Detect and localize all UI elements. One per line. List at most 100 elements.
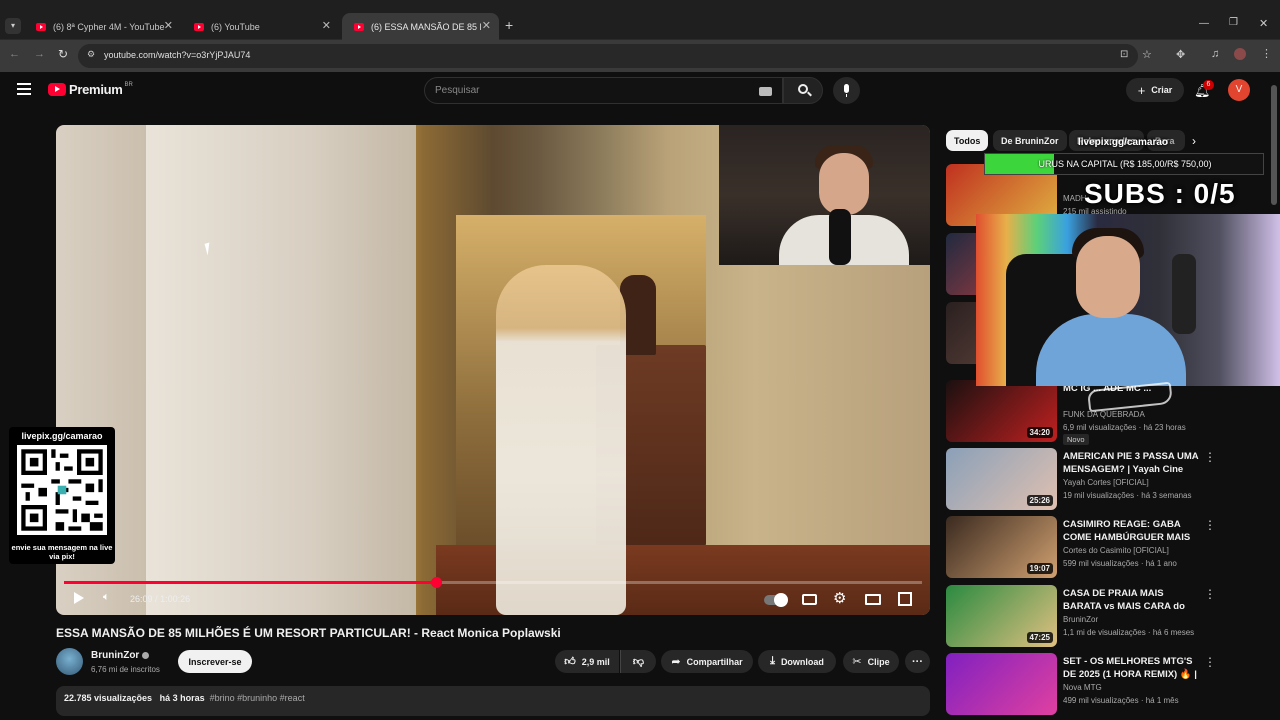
time-display: 26:09 / 1:00:26 bbox=[130, 594, 190, 604]
back-icon[interactable]: ← bbox=[9, 48, 20, 60]
share-button[interactable]: ➦ Compartilhar bbox=[661, 650, 753, 673]
recommendation-title[interactable]: AMERICAN PIE 3 PASSA UMA MENSAGEM? | Yay… bbox=[1063, 450, 1203, 476]
close-tab-icon[interactable]: ✕ bbox=[322, 19, 331, 32]
chip-next-chevron-icon[interactable]: › bbox=[1192, 134, 1196, 148]
video-duration: 25:26 bbox=[1026, 495, 1053, 506]
dislike-button[interactable]: 👎︎ bbox=[620, 650, 656, 673]
close-tab-icon[interactable]: ✕ bbox=[164, 19, 173, 32]
more-options-icon[interactable]: ⋮ bbox=[1204, 587, 1216, 601]
voice-search-button[interactable] bbox=[833, 77, 860, 104]
description-box[interactable]: 22.785 visualizações há 3 horas #brino #… bbox=[56, 686, 930, 716]
browser-tab-1[interactable]: (6) 8ª Cypher 4M - YouTube ✕ bbox=[24, 13, 181, 40]
video-duration: 47:25 bbox=[1026, 632, 1053, 643]
recommendation-item[interactable]: 19:07 CASIMIRO REAGE: GABA COME HAMBÚRGUE… bbox=[946, 516, 1266, 578]
more-options-icon[interactable]: ⋮ bbox=[1204, 518, 1216, 532]
recommendation-thumbnail[interactable]: 19:07 bbox=[946, 516, 1057, 578]
recommendation-meta: 499 mil visualizações · há 1 mês bbox=[1063, 696, 1179, 705]
recommendation-title[interactable]: CASIMIRO REAGE: GABA COME HAMBÚRGUER MAI… bbox=[1063, 518, 1203, 544]
channel-name[interactable]: BruninZor bbox=[91, 650, 150, 661]
new-tab-button[interactable]: + bbox=[505, 17, 513, 33]
restore-window-icon[interactable]: ❐ bbox=[1229, 17, 1238, 28]
settings-gear-icon[interactable]: ⚙ bbox=[833, 589, 846, 607]
more-actions-button[interactable]: ··· bbox=[905, 650, 930, 673]
theater-mode-icon[interactable] bbox=[865, 594, 881, 605]
recommendation-item[interactable]: 25:26 AMERICAN PIE 3 PASSA UMA MENSAGEM? … bbox=[946, 448, 1266, 510]
channel-name-text: BruninZor bbox=[91, 650, 140, 661]
progress-fill bbox=[64, 581, 437, 584]
extensions-icon[interactable]: ✥ bbox=[1176, 48, 1185, 61]
bookmark-star-icon[interactable]: ☆ bbox=[1142, 48, 1152, 61]
streamer-webcam-overlay bbox=[976, 214, 1280, 386]
clip-button[interactable]: ✂ Clipe bbox=[843, 650, 899, 673]
recommendation-title[interactable]: CASA DE PRAIA MAIS BARATA vs MAIS CARA d… bbox=[1063, 587, 1203, 613]
autoplay-toggle[interactable] bbox=[764, 593, 788, 607]
page-scrollbar[interactable] bbox=[1271, 85, 1277, 705]
forward-icon[interactable]: → bbox=[34, 48, 45, 60]
search-input[interactable]: Pesquisar bbox=[424, 77, 783, 104]
address-bar[interactable]: ⚙ youtube.com/watch?v=o3rYjPJAU74 bbox=[78, 44, 1138, 68]
play-button[interactable] bbox=[74, 592, 84, 604]
subtitles-icon[interactable] bbox=[802, 594, 817, 605]
hamburger-menu-icon[interactable] bbox=[17, 83, 31, 95]
profile-avatar-icon[interactable] bbox=[1234, 48, 1246, 60]
youtube-favicon-icon bbox=[36, 22, 46, 31]
subs-counter: SUBS : 0/5 bbox=[1084, 178, 1236, 209]
tab-title: (6) ESSA MANSÃO DE 85 MILHÕ bbox=[371, 21, 481, 32]
more-horizontal-icon: ··· bbox=[912, 655, 923, 668]
recommendation-item[interactable]: SET - OS MELHORES MTG'S DE 2025 (1 HORA … bbox=[946, 653, 1266, 715]
fullscreen-icon[interactable] bbox=[898, 592, 912, 606]
video-duration: 19:07 bbox=[1026, 563, 1053, 574]
like-button[interactable]: 👍︎ 2,9 mil bbox=[555, 650, 619, 673]
search-button[interactable] bbox=[783, 77, 823, 104]
hashtags[interactable]: #brino #bruninho #react bbox=[210, 693, 305, 703]
recommendation-thumbnail[interactable]: 25:26 bbox=[946, 448, 1057, 510]
account-avatar[interactable]: V bbox=[1228, 79, 1250, 101]
browser-tab-2[interactable]: (6) YouTube ✕ bbox=[182, 13, 339, 40]
current-time: 26:09 bbox=[130, 594, 153, 604]
recommendation-channel[interactable]: BruninZor bbox=[1063, 615, 1098, 624]
chip-from-channel[interactable]: De BruninZor bbox=[993, 130, 1067, 151]
youtube-logo[interactable]: Premium BR bbox=[48, 82, 133, 97]
recommendation-channel[interactable]: FUNK DA QUEBRADA bbox=[1063, 410, 1145, 419]
more-options-icon[interactable]: ⋮ bbox=[1204, 450, 1216, 464]
like-count: 2,9 mil bbox=[581, 656, 610, 667]
media-control-icon[interactable]: ♫ bbox=[1211, 48, 1219, 60]
close-window-icon[interactable]: ✕ bbox=[1259, 17, 1268, 30]
clip-label: Clipe bbox=[867, 656, 890, 667]
recommendation-meta: 599 mil visualizações · há 1 ano bbox=[1063, 559, 1177, 568]
recommendation-thumbnail[interactable] bbox=[946, 653, 1057, 715]
recommendation-channel[interactable]: Yayah Cortes [OFICIAL] bbox=[1063, 478, 1149, 487]
youtube-favicon-icon bbox=[354, 22, 364, 31]
more-options-icon[interactable]: ⋮ bbox=[1204, 655, 1216, 669]
create-button[interactable]: + Criar bbox=[1126, 78, 1184, 102]
progress-bar[interactable] bbox=[64, 577, 922, 588]
minimize-window-icon[interactable]: — bbox=[1199, 18, 1209, 29]
download-button[interactable]: ⤓ Download bbox=[758, 650, 836, 673]
recommendation-item[interactable]: 47:25 CASA DE PRAIA MAIS BARATA vs MAIS C… bbox=[946, 585, 1266, 647]
recommendation-channel[interactable]: Nova MTG bbox=[1063, 683, 1102, 692]
tab-search-button[interactable]: ▾ bbox=[5, 18, 21, 34]
recommendation-thumbnail[interactable]: 34:20 bbox=[946, 380, 1057, 442]
recommendation-channel[interactable]: Cortes do Casimito [OFICIAL] bbox=[1063, 546, 1169, 555]
donation-goal-text: URUS NA CAPITAL (R$ 185,00/R$ 750,00) bbox=[1038, 159, 1212, 169]
browser-tab-3[interactable]: (6) ESSA MANSÃO DE 85 MILHÕ ✕ bbox=[342, 13, 499, 40]
subscriber-count: 6,76 mi de inscritos bbox=[91, 665, 160, 674]
video-player[interactable]: 🔈︎ 26:09 / 1:00:26 ⚙ bbox=[56, 125, 930, 615]
overlay-livepix-link: livepix.gg/camarao bbox=[1078, 137, 1169, 148]
volume-icon[interactable]: 🔈︎ bbox=[103, 591, 110, 604]
streamer-facecam bbox=[719, 125, 930, 265]
recommendation-title[interactable]: SET - OS MELHORES MTG'S DE 2025 (1 HORA … bbox=[1063, 655, 1203, 681]
keyboard-icon[interactable] bbox=[759, 87, 772, 96]
chip-all[interactable]: Todos bbox=[946, 130, 989, 151]
channel-avatar[interactable] bbox=[56, 648, 83, 675]
recommendation-thumbnail[interactable]: 47:25 bbox=[946, 585, 1057, 647]
install-app-icon[interactable]: ⊡ bbox=[1120, 49, 1128, 60]
browser-menu-icon[interactable]: ⋮ bbox=[1261, 47, 1272, 60]
subscribe-button[interactable]: Inscrever-se bbox=[178, 650, 252, 673]
thumbs-down-icon: 👎︎ bbox=[632, 656, 645, 668]
scissors-icon: ✂ bbox=[852, 656, 862, 668]
close-tab-icon[interactable]: ✕ bbox=[482, 19, 491, 32]
description-meta: 22.785 visualizações há 3 horas #brino #… bbox=[64, 693, 305, 703]
site-info-icon[interactable]: ⚙ bbox=[87, 49, 95, 60]
reload-icon[interactable]: ↻ bbox=[58, 47, 68, 61]
